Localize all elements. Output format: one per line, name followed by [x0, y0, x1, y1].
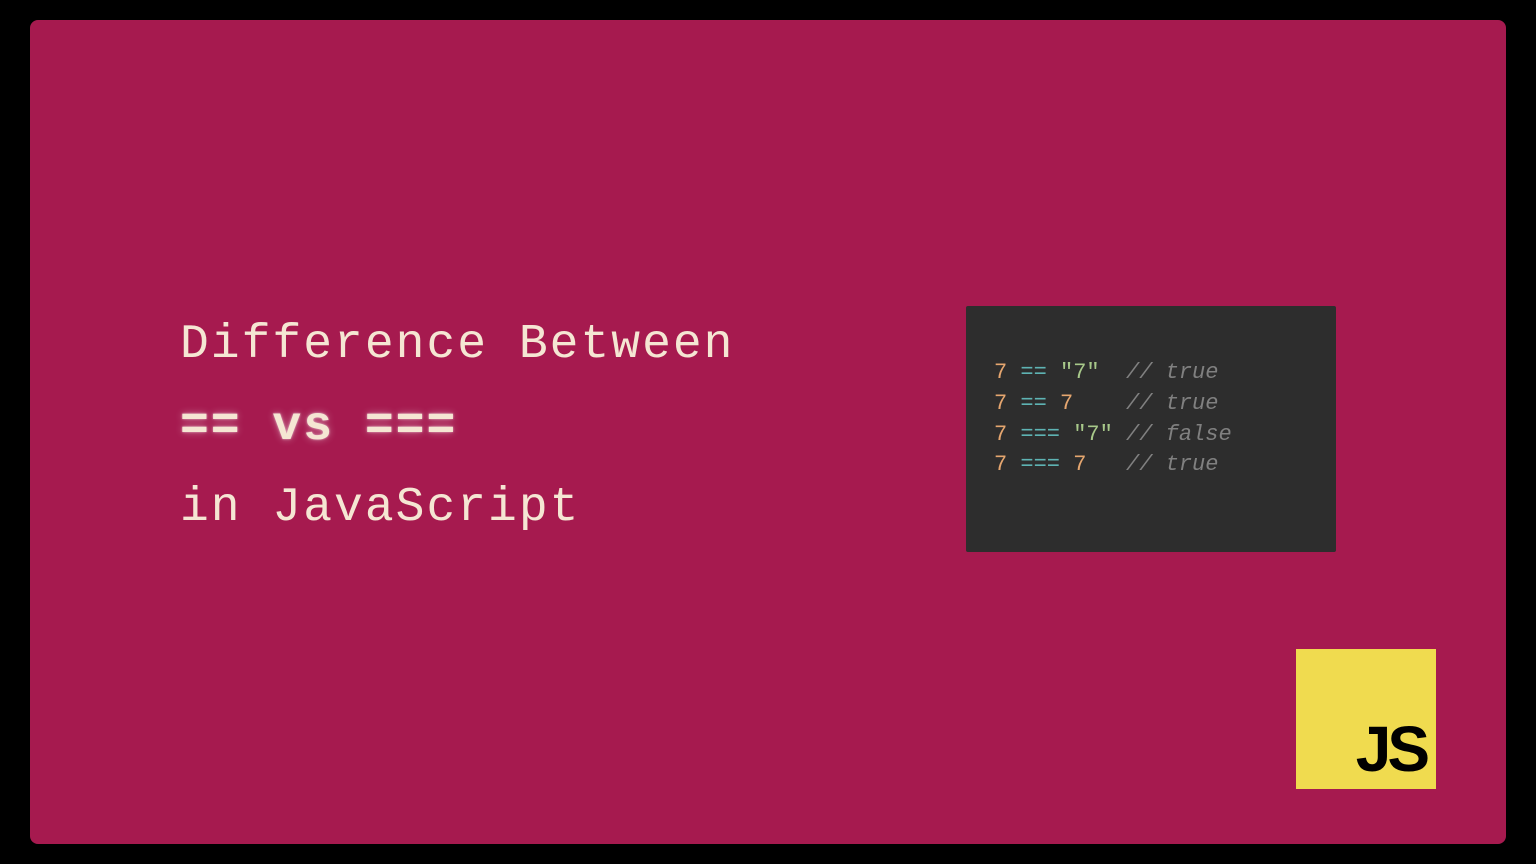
code-right: 7 — [1060, 391, 1073, 416]
code-left: 7 — [994, 422, 1007, 447]
code-left: 7 — [994, 391, 1007, 416]
code-line: 7 === "7" // false — [994, 420, 1308, 451]
code-snippet: 7 == "7" // true 7 == 7 // true 7 === "7… — [966, 306, 1336, 552]
code-op: === — [1020, 422, 1060, 447]
slide-frame: Difference Between == vs === in JavaScri… — [30, 20, 1506, 844]
code-line: 7 == "7" // true — [994, 358, 1308, 389]
code-op: == — [1020, 360, 1046, 385]
code-left: 7 — [994, 452, 1007, 477]
code-comment: // true — [1126, 360, 1218, 385]
code-right: 7 — [1073, 452, 1086, 477]
code-comment: // true — [1126, 391, 1218, 416]
code-op: == — [1020, 391, 1046, 416]
javascript-logo: JS — [1296, 649, 1436, 789]
code-comment: // false — [1126, 422, 1232, 447]
code-comment: // true — [1126, 452, 1218, 477]
title-line-2: == vs === — [180, 387, 734, 469]
code-line: 7 === 7 // true — [994, 450, 1308, 481]
javascript-logo-text: JS — [1356, 717, 1426, 781]
code-op: === — [1020, 452, 1060, 477]
title-line-3: in JavaScript — [180, 468, 734, 550]
title-line-1: Difference Between — [180, 305, 734, 387]
code-right: "7" — [1073, 422, 1113, 447]
code-right: "7" — [1060, 360, 1100, 385]
code-left: 7 — [994, 360, 1007, 385]
title-block: Difference Between == vs === in JavaScri… — [180, 305, 734, 550]
code-line: 7 == 7 // true — [994, 389, 1308, 420]
